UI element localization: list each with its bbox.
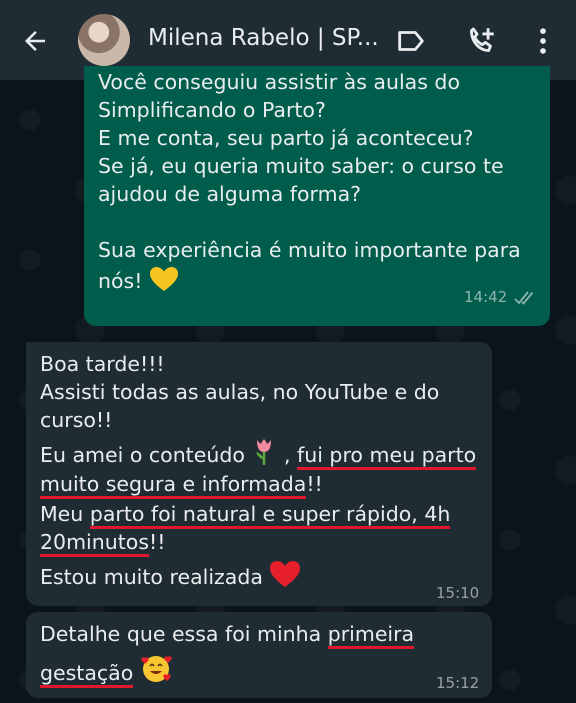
message-line: Se já, eu queria muito saber: o curso te — [98, 154, 504, 178]
message-line: Você conseguiu assistir às aulas do — [98, 70, 460, 94]
message-line: Boa tarde!!! — [40, 352, 165, 376]
message-text: Estou muito realizada — [40, 565, 263, 589]
message-line: Meu parto foi natural e super rápido, 4h — [40, 500, 451, 529]
highlighted-text: muito segura e informada — [40, 472, 307, 499]
contact-name[interactable]: Milena Rabelo | SP... — [148, 25, 378, 51]
tulip-icon — [256, 439, 272, 465]
message-line: Estou muito realizada — [40, 560, 301, 591]
chat-area[interactable]: Você conseguiu assistir às aulas do Simp… — [0, 66, 576, 703]
message-text: !! — [149, 530, 166, 554]
message-line: gestação — [40, 652, 172, 688]
highlighted-text: gestação — [40, 661, 134, 688]
message-line-last: nós! — [98, 266, 179, 295]
yellow-heart-icon — [149, 267, 178, 291]
highlighted-text: 20minutos — [40, 530, 149, 557]
message-line: Eu amei o conteúdo , fui pro meu parto — [40, 438, 477, 470]
double-check-icon — [514, 291, 534, 305]
message-line: ajudou de alguma forma? — [98, 182, 362, 206]
message-time: 15:12 — [436, 674, 480, 692]
back-arrow-icon[interactable] — [20, 26, 50, 56]
message-line: Simplificando o Parto? — [98, 98, 326, 122]
message-line: curso!! — [40, 408, 113, 432]
message-line: muito segura e informada!! — [40, 470, 323, 499]
highlighted-text: fui pro meu parto — [297, 443, 477, 470]
red-heart-icon — [270, 561, 301, 587]
highlighted-text: primeira — [327, 622, 415, 649]
outgoing-message[interactable]: Você conseguiu assistir às aulas do Simp… — [84, 66, 550, 326]
message-time: 14:42 — [464, 288, 508, 306]
message-line: E me conta, seu parto já aconteceu? — [98, 126, 474, 150]
message-text: , — [283, 443, 291, 467]
message-time: 15:10 — [436, 584, 480, 602]
highlighted-text: parto foi natural e super rápido, 4h — [89, 502, 451, 529]
message-text: Meu — [40, 502, 84, 526]
add-call-icon[interactable] — [464, 24, 498, 58]
message-text: nós! — [98, 269, 143, 293]
incoming-message[interactable]: Detalhe que essa foi minha primeira gest… — [26, 612, 492, 698]
smiling-face-with-hearts-icon — [141, 656, 172, 682]
more-vertical-icon[interactable] — [526, 24, 560, 58]
message-text: !! — [306, 472, 323, 496]
label-icon[interactable] — [394, 24, 428, 58]
avatar[interactable] — [78, 14, 130, 66]
message-line: Detalhe que essa foi minha primeira — [40, 620, 415, 649]
message-text: Detalhe que essa foi minha — [40, 622, 322, 646]
message-text: Eu amei o conteúdo — [40, 443, 245, 467]
message-line: Sua experiência é muito importante para — [98, 238, 521, 262]
incoming-message[interactable]: Boa tarde!!! Assisti todas as aulas, no … — [26, 342, 492, 606]
message-line: Assisti todas as aulas, no YouTube e do — [40, 380, 440, 404]
message-line: 20minutos!! — [40, 528, 166, 557]
